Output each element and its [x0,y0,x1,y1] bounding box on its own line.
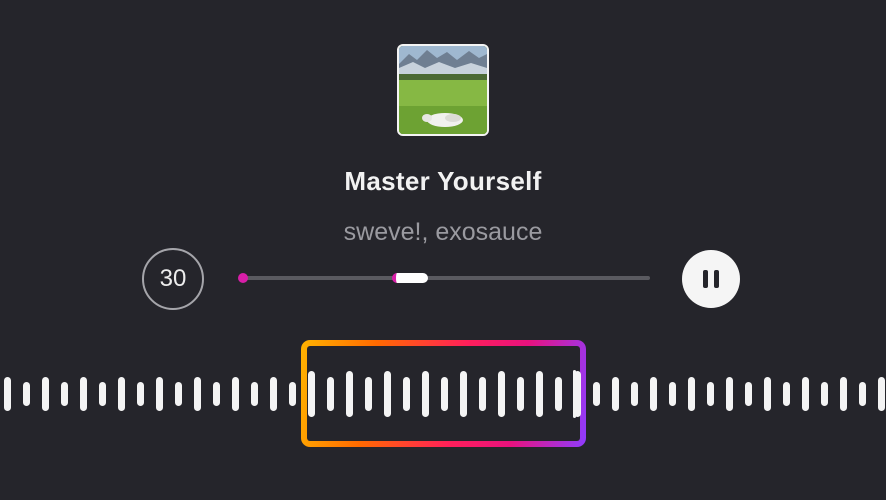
waveform-bar [745,382,752,406]
waveform-bar [251,382,258,406]
waveform-bar [175,382,182,406]
waveform-bar [365,377,372,411]
waveform-bar [460,371,467,417]
waveform-bar [118,377,125,411]
waveform-bar [688,377,695,411]
waveform-bar [593,382,600,406]
waveform-bar [61,382,68,406]
scrub-track[interactable] [238,273,650,283]
waveform-bar [517,377,524,411]
waveform-bar [707,382,714,406]
waveform-bar [650,377,657,411]
waveform-bar [289,382,296,406]
waveform-bar [536,371,543,417]
waveform-bar [270,377,277,411]
music-trim-screen: Master Yourself sweve!, exosauce 30 [0,0,886,500]
skip-30-label: 30 [159,265,187,292]
playhead-line [573,370,576,418]
waveform-bar [555,377,562,411]
waveform-bar [384,371,391,417]
waveform-bar [99,382,106,406]
trim-start-handle[interactable] [238,273,248,283]
waveform-bar [783,382,790,406]
waveform-bar [308,371,315,417]
waveform-bar [612,377,619,411]
song-artist: sweve!, exosauce [343,218,543,246]
waveform-bar [327,377,334,411]
waveform-bar [194,377,201,411]
waveform-bar [346,371,353,417]
waveform-bar [156,377,163,411]
selection-window-indicator[interactable] [392,273,428,283]
waveform-bar [4,377,11,411]
waveform-bar [42,377,49,411]
waveform-bar [631,382,638,406]
waveform-bar [669,382,676,406]
song-title: Master Yourself [344,166,542,196]
waveform-bar [137,382,144,406]
waveform-bar [232,377,239,411]
waveform-bar [422,371,429,417]
waveform-bar [80,377,87,411]
skip-30-button[interactable]: 30 [142,248,204,310]
waveform-bar [878,377,885,411]
waveform-bar [213,382,220,406]
waveform-bar [23,382,30,406]
waveform-bar [726,377,733,411]
waveform-bar [821,382,828,406]
waveform-bar [403,377,410,411]
waveform-bar [802,377,809,411]
waveform-bar [764,377,771,411]
waveform-bar [441,377,448,411]
waveform-bar [859,382,866,406]
waveform-bar [840,377,847,411]
waveform-bar [479,377,486,411]
waveform-bar [498,371,505,417]
waveform[interactable] [0,340,886,450]
album-art [397,44,489,136]
pause-button[interactable] [682,250,740,308]
